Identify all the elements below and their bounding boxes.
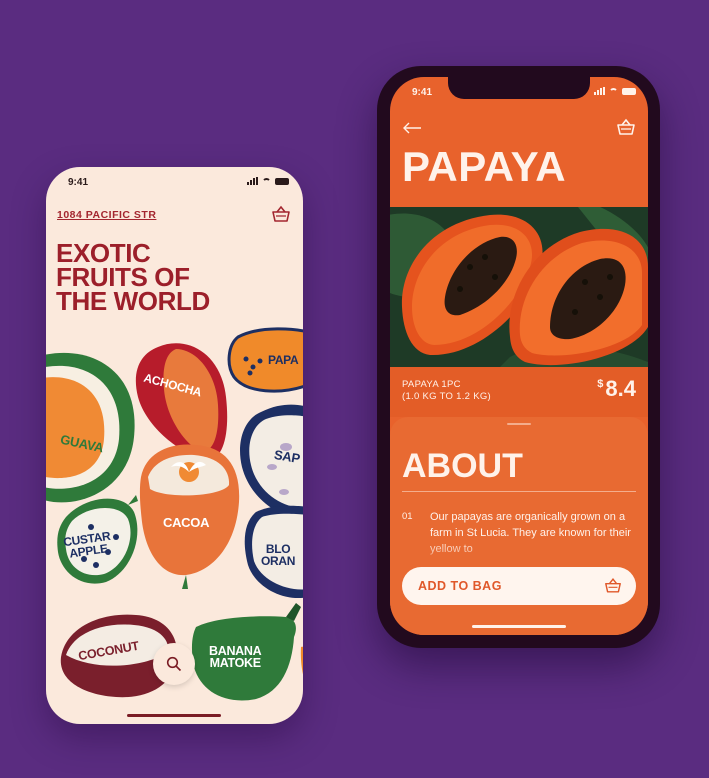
basket-icon[interactable] [271, 205, 291, 223]
phone-left-screen: 9:41 1084 PACIFIC STR EXOTIC FRUITS OF T… [46, 167, 303, 724]
status-time: 9:41 [68, 177, 89, 188]
product-desc-line-2: (1.0 KG TO 1.2 KG) [402, 391, 491, 402]
about-title: ABOUT [402, 447, 523, 485]
status-time: 9:41 [412, 87, 433, 98]
status-bar: 9:41 [46, 167, 303, 195]
product-title: PAPAYA [402, 143, 567, 190]
product-desc-line-1: PAPAYA 1PC [402, 379, 461, 390]
divider [402, 491, 636, 492]
signal-icon [247, 177, 258, 185]
fruit-label-papaya[interactable]: PAPA [268, 354, 299, 366]
papaya-photo-illustration [390, 207, 648, 367]
drag-handle[interactable] [507, 423, 531, 425]
phone-notch [448, 77, 590, 99]
back-arrow-icon[interactable] [402, 121, 422, 135]
battery-icon [622, 87, 636, 95]
page-headline: EXOTIC FRUITS OF THE WORLD [56, 240, 296, 316]
home-indicator [472, 625, 566, 628]
wifi-icon [262, 177, 271, 185]
price-value: 8.4 [605, 376, 636, 401]
phone-right-screen: 9:41 PAPAYA PAPAYA 1PC (1.0 KG TO 1.2 KG… [390, 77, 648, 635]
product-description: PAPAYA 1PC (1.0 KG TO 1.2 KG) [402, 379, 491, 403]
basket-icon [605, 578, 621, 593]
guava-illustration[interactable] [46, 352, 135, 503]
signal-icon [594, 87, 605, 95]
fruit-label-custard-apple[interactable]: CUSTAR APPLE [62, 529, 113, 561]
product-price: $8.4 [597, 376, 636, 402]
battery-icon [275, 177, 289, 185]
blood-orange-line-2: ORAN [261, 554, 296, 568]
home-indicator [127, 714, 221, 717]
fruit-label-banana-matoke[interactable]: BANANA MATOKE [209, 645, 262, 670]
wifi-icon [609, 87, 618, 95]
price-currency: $ [597, 378, 604, 390]
banana-line-2: MATOKE [209, 656, 262, 670]
store-address-link[interactable]: 1084 PACIFIC STR [57, 209, 156, 221]
basket-icon[interactable] [616, 118, 636, 136]
add-to-bag-label: ADD TO BAG [418, 579, 502, 593]
fruit-label-blood-orange[interactable]: BLO ORAN [261, 543, 295, 567]
product-photo [390, 207, 648, 367]
price-row: PAPAYA 1PC (1.0 KG TO 1.2 KG) $8.4 [390, 367, 648, 417]
status-icons [594, 87, 636, 95]
add-to-bag-button[interactable]: ADD TO BAG [402, 567, 636, 605]
fruit-label-cacoa[interactable]: CACOA [163, 516, 209, 529]
about-index: 01 [402, 511, 413, 522]
status-icons [247, 177, 289, 185]
search-icon [166, 656, 182, 672]
headline-line-3: THE WORLD [56, 286, 210, 316]
search-button[interactable] [153, 643, 195, 685]
